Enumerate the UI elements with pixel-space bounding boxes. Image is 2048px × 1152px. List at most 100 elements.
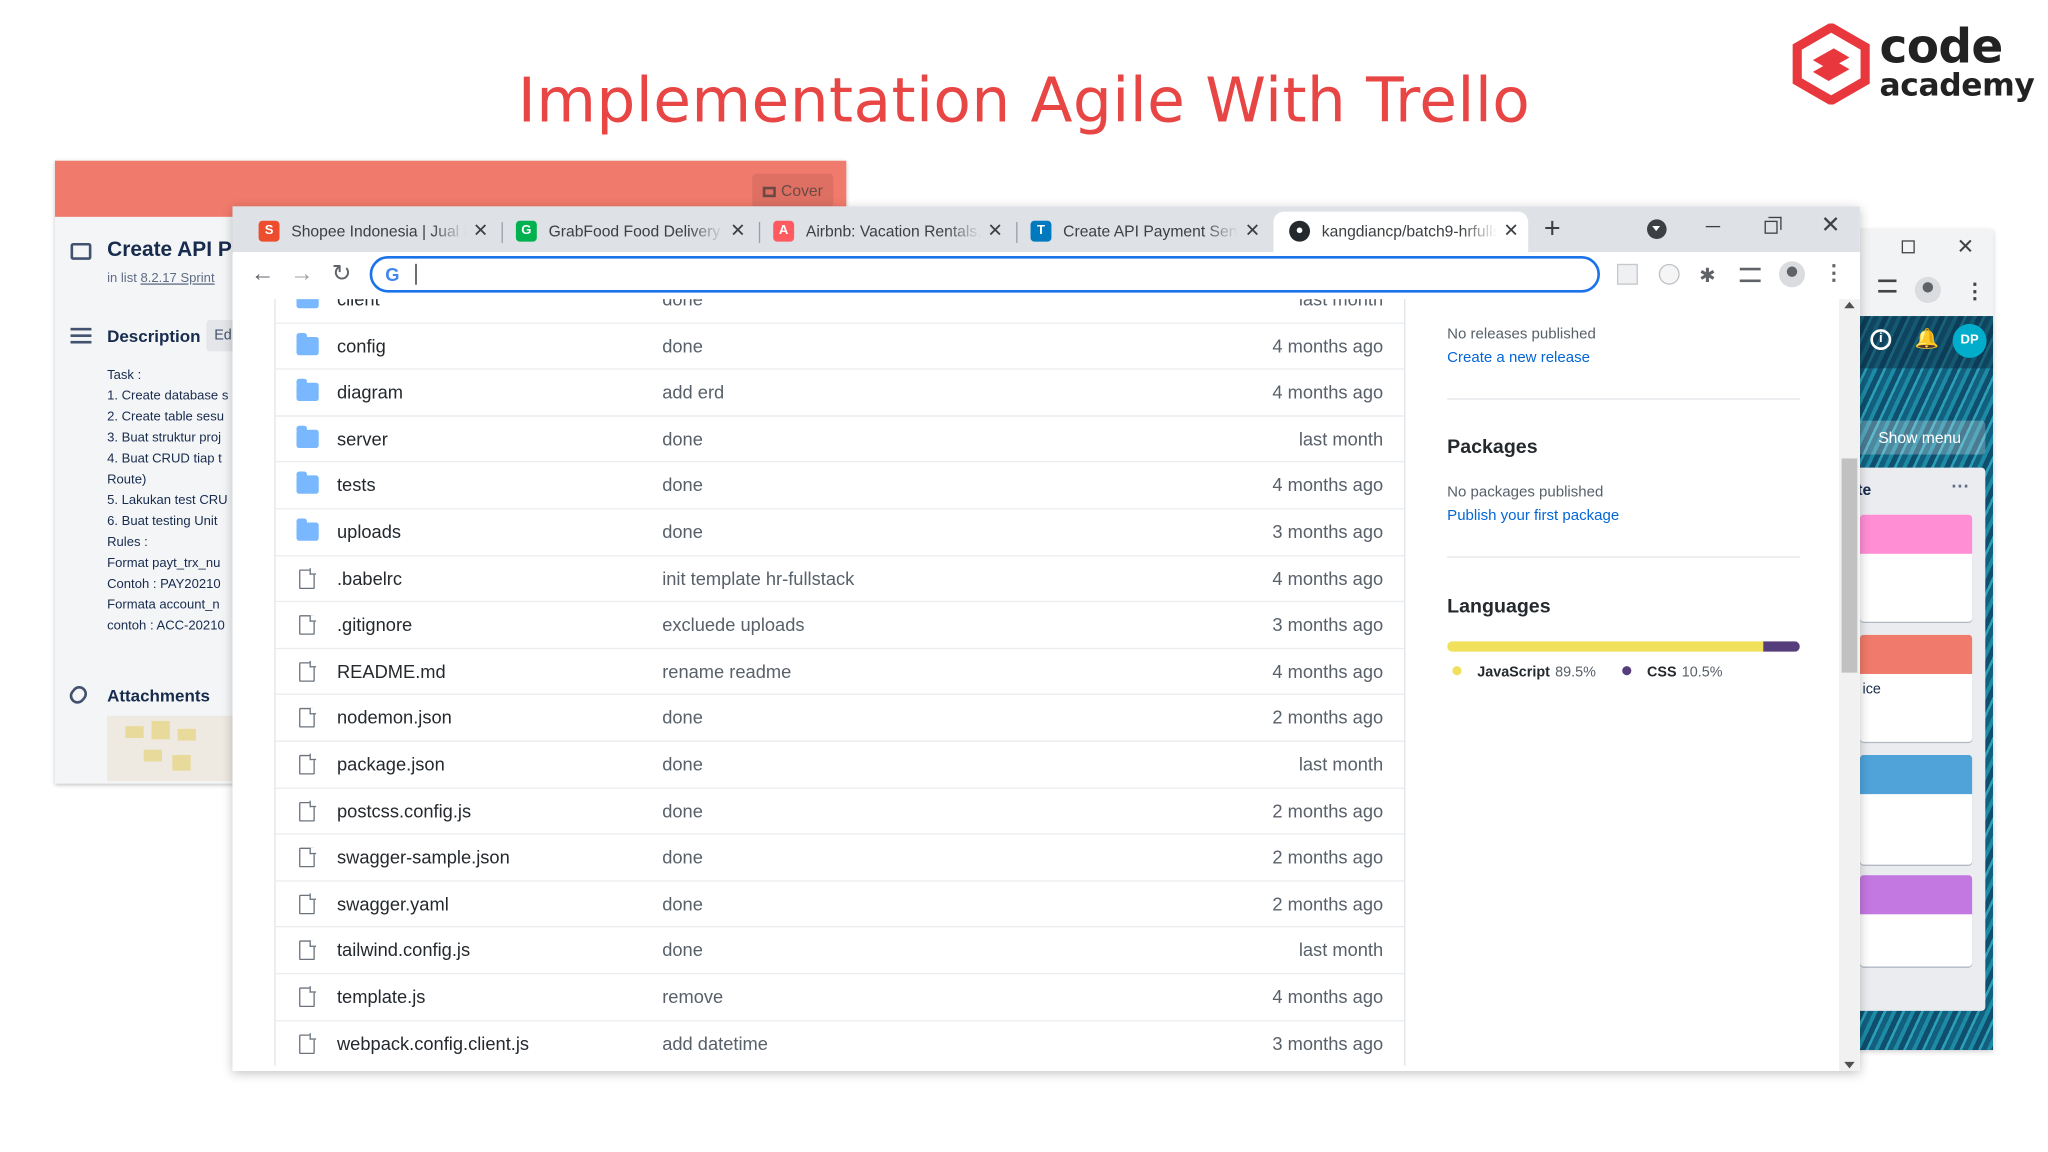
commit-message-link[interactable]: done [662,521,703,542]
attachment-thumbnail[interactable] [107,715,233,782]
file-name-link[interactable]: swagger.yaml [337,893,449,914]
commit-message-link[interactable]: done [662,754,703,775]
close-icon[interactable]: ✕ [1957,234,1975,260]
file-row[interactable]: webpack.config.client.js add datetime 3 mo… [275,1019,1405,1065]
minimize-icon[interactable] [1705,225,1721,228]
info-icon[interactable]: i [1870,329,1892,351]
file-row[interactable]: README.md rename readme 4 months ago [275,647,1405,694]
commit-message-link[interactable]: done [662,847,703,868]
create-release-link[interactable]: Create a new release [1447,350,1590,366]
cover-button[interactable]: Cover [752,173,834,208]
tab-search-icon[interactable] [1647,219,1667,240]
file-name-link[interactable]: tests [337,475,376,496]
commit-message-link[interactable]: done [662,800,703,821]
file-row[interactable]: client done last month [276,299,1404,322]
tab-shopee[interactable]: S Shopee Indonesia | Jual Beli ✕ [243,212,498,252]
file-row[interactable]: postcss.config.js done 2 months ago [275,786,1405,833]
card-list-link[interactable]: 8.2.17 Sprint [141,272,215,286]
description-text[interactable]: Task : 1. Create database s 2. Create ta… [107,366,228,638]
file-row[interactable]: swagger.yaml done 2 months ago [275,879,1405,926]
commit-message-link[interactable]: done [662,475,703,496]
file-row[interactable]: server done last month [275,415,1405,461]
commit-message-link[interactable]: done [662,428,703,449]
file-name-link[interactable]: uploads [337,521,401,542]
profile-icon[interactable] [1914,276,1941,304]
commit-message-link[interactable]: rename readme [662,661,791,682]
file-name-link[interactable]: config [337,335,386,356]
tab-github[interactable]: ● kangdiancp/batch9-hrfullst ✕ [1273,211,1529,253]
file-row[interactable]: config done 4 months ago [275,322,1405,368]
file-row[interactable]: nodemon.json done 2 months ago [275,693,1405,740]
file-row[interactable]: uploads done 3 months ago [275,508,1405,554]
file-row[interactable]: tests done 4 months ago [275,461,1405,508]
commit-message-link[interactable]: done [662,707,703,728]
list-card[interactable] [1859,875,1973,967]
scroll-down-arrow-icon[interactable] [1844,1061,1855,1069]
address-bar[interactable]: G [369,255,1600,293]
puzzle-icon[interactable]: ✱ [1699,264,1720,287]
language-item-css[interactable]: CSS 10.5% [1622,665,1723,680]
avatar[interactable]: DP [1952,323,1987,358]
reading-list-icon[interactable] [1878,279,1897,293]
file-name-link[interactable]: tailwind.config.js [337,940,470,961]
file-row[interactable]: package.json done last month [275,740,1405,786]
file-name-link[interactable]: nodemon.json [337,707,452,728]
file-name-link[interactable]: .babelrc [337,568,402,589]
reload-icon[interactable]: ↻ [332,260,352,287]
tab-trello[interactable]: T Create API Payment Service ✕ [1015,212,1270,252]
commit-message-link[interactable]: add erd [662,382,724,403]
file-name-link[interactable]: postcss.config.js [337,800,471,821]
language-item-javascript[interactable]: JavaScript 89.5% [1452,665,1596,680]
commit-message-link[interactable]: remove [662,986,723,1007]
close-icon[interactable]: ✕ [1821,212,1841,239]
tab-close-icon[interactable]: ✕ [473,219,488,241]
commit-message-link[interactable]: add datetime [662,1032,768,1053]
file-row[interactable]: tailwind.config.js done last month [275,926,1405,972]
restore-icon[interactable] [1901,240,1915,254]
file-row[interactable]: diagram add erd 4 months ago [275,368,1405,415]
tab-grabfood[interactable]: G GrabFood Food Delivery Se ✕ [500,212,755,252]
file-row[interactable]: .gitignore excluede uploads 3 months ago [275,601,1405,647]
commit-message-link[interactable]: done [662,299,703,309]
publish-package-link[interactable]: Publish your first package [1447,508,1619,524]
reading-list-icon[interactable] [1739,267,1761,283]
show-menu-button[interactable]: Show menu [1854,420,1986,455]
file-row[interactable]: template.js remove 4 months ago [275,972,1405,1019]
file-row[interactable]: .babelrc init template hr-fullstack 4 mont… [275,554,1405,601]
file-name-link[interactable]: .gitignore [337,614,412,635]
extension-icon[interactable] [1616,263,1638,285]
commit-message-link[interactable]: excluede uploads [662,614,804,635]
file-name-link[interactable]: diagram [337,382,403,403]
file-name-link[interactable]: webpack.config.client.js [337,1032,529,1053]
file-name-link[interactable]: package.json [337,754,445,775]
commit-message-link[interactable]: init template hr-fullstack [662,568,854,589]
list-card[interactable] [1859,754,1973,865]
list-card[interactable] [1859,514,1973,622]
scrollbar-thumb[interactable] [1841,458,1858,673]
list-menu-icon[interactable]: ··· [1951,475,1969,496]
file-name-link[interactable]: README.md [337,661,446,682]
page-scrollbar[interactable] [1839,299,1860,1072]
address-input[interactable] [411,262,1561,287]
kebab-menu-icon[interactable]: ⋮ [1823,260,1844,285]
commit-message-link[interactable]: done [662,893,703,914]
profile-icon[interactable] [1778,261,1806,288]
file-name-link[interactable]: swagger-sample.json [337,847,510,868]
file-row[interactable]: swagger-sample.json done 2 months ago [275,833,1405,879]
new-tab-button[interactable]: + [1544,212,1561,246]
tab-close-icon[interactable]: ✕ [987,219,1002,241]
forward-icon[interactable]: → [290,260,314,287]
file-name-link[interactable]: template.js [337,986,425,1007]
tab-close-icon[interactable]: ✕ [1245,219,1260,241]
commit-message-link[interactable]: done [662,940,703,961]
kebab-menu-icon[interactable]: ⋮ [1964,278,1985,304]
file-name-link[interactable]: client [337,299,380,309]
scroll-up-arrow-icon[interactable] [1844,301,1855,309]
card-title[interactable]: Create API Pa [107,239,243,263]
restore-icon[interactable] [1764,216,1782,234]
tab-close-icon[interactable]: ✕ [1503,219,1518,241]
tab-airbnb[interactable]: A Airbnb: Vacation Rentals, C ✕ [758,212,1013,252]
back-icon[interactable]: ← [251,260,275,287]
bell-icon[interactable]: 🔔 [1915,327,1939,350]
extension-icon[interactable] [1658,263,1680,285]
